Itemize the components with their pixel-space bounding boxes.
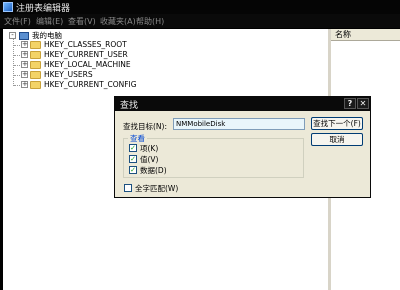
tree-item-label: HKEY_USERS [44,70,93,79]
expand-icon[interactable]: + [21,61,28,68]
column-header-name[interactable]: 名称 [331,29,400,41]
expand-icon[interactable]: + [21,41,28,48]
menu-edit[interactable]: 编辑(E) [36,16,63,27]
folder-icon [30,71,41,79]
data-checkbox-label[interactable]: 数据(D) [140,165,167,176]
find-next-button[interactable]: 查找下一个(F) [311,117,363,130]
folder-icon [30,51,41,59]
data-checkbox[interactable]: ✓ [129,166,137,174]
find-dialog: 查找 ? ✕ 查找目标(N): NMMobileDisk 查找下一个(F) 取消… [114,96,371,198]
match-whole-checkbox[interactable] [124,184,132,192]
title-bar: 注册表编辑器 [0,0,400,14]
window-title: 注册表编辑器 [16,4,71,14]
folder-icon [30,61,41,69]
folder-icon [30,41,41,49]
tree-item-label: HKEY_CURRENT_USER [44,50,128,59]
dialog-title-bar[interactable]: 查找 ? ✕ [115,97,370,111]
menu-bar: 文件(F) 编辑(E) 查看(V) 收藏夹(A) 帮助(H) [0,14,400,28]
menu-view[interactable]: 查看(V) [68,16,96,27]
match-whole-label[interactable]: 全字匹配(W) [135,183,178,194]
look-at-group: 查看 ✓ 项(K) ✓ 值(V) ✓ 数据(D) [123,133,304,178]
menu-file[interactable]: 文件(F) [4,16,31,27]
find-target-input[interactable]: NMMobileDisk [173,118,305,130]
menu-help[interactable]: 帮助(H) [136,16,164,27]
dialog-title: 查找 [120,101,139,111]
values-checkbox-label[interactable]: 值(V) [140,154,158,165]
keys-checkbox[interactable]: ✓ [129,144,137,152]
folder-icon [30,81,41,89]
keys-checkbox-label[interactable]: 项(K) [140,143,158,154]
menu-favorites[interactable]: 收藏夹(A) [100,16,136,27]
tree-item-hklm[interactable]: + HKEY_LOCAL_MACHINE [3,60,203,70]
tree-item-label: HKEY_CURRENT_CONFIG [44,80,137,89]
tree-item-label: HKEY_LOCAL_MACHINE [44,60,131,69]
expand-icon[interactable]: + [21,51,28,58]
expand-icon[interactable]: + [21,71,28,78]
tree-item-hkcr[interactable]: + HKEY_CLASSES_ROOT [3,40,203,50]
computer-icon [19,32,29,40]
tree-item-hkcc[interactable]: + HKEY_CURRENT_CONFIG [3,80,203,90]
collapse-icon[interactable]: - [9,32,16,39]
cancel-button[interactable]: 取消 [311,133,363,146]
tree-item-label: HKEY_CLASSES_ROOT [44,40,127,49]
find-target-label: 查找目标(N): [123,122,167,131]
tree-item-hkcu[interactable]: + HKEY_CURRENT_USER [3,50,203,60]
expand-icon[interactable]: + [21,81,28,88]
close-button[interactable]: ✕ [357,98,369,109]
values-checkbox[interactable]: ✓ [129,155,137,163]
help-button[interactable]: ? [344,98,356,109]
tree-item-hku[interactable]: + HKEY_USERS [3,70,203,80]
regedit-icon [3,2,13,12]
